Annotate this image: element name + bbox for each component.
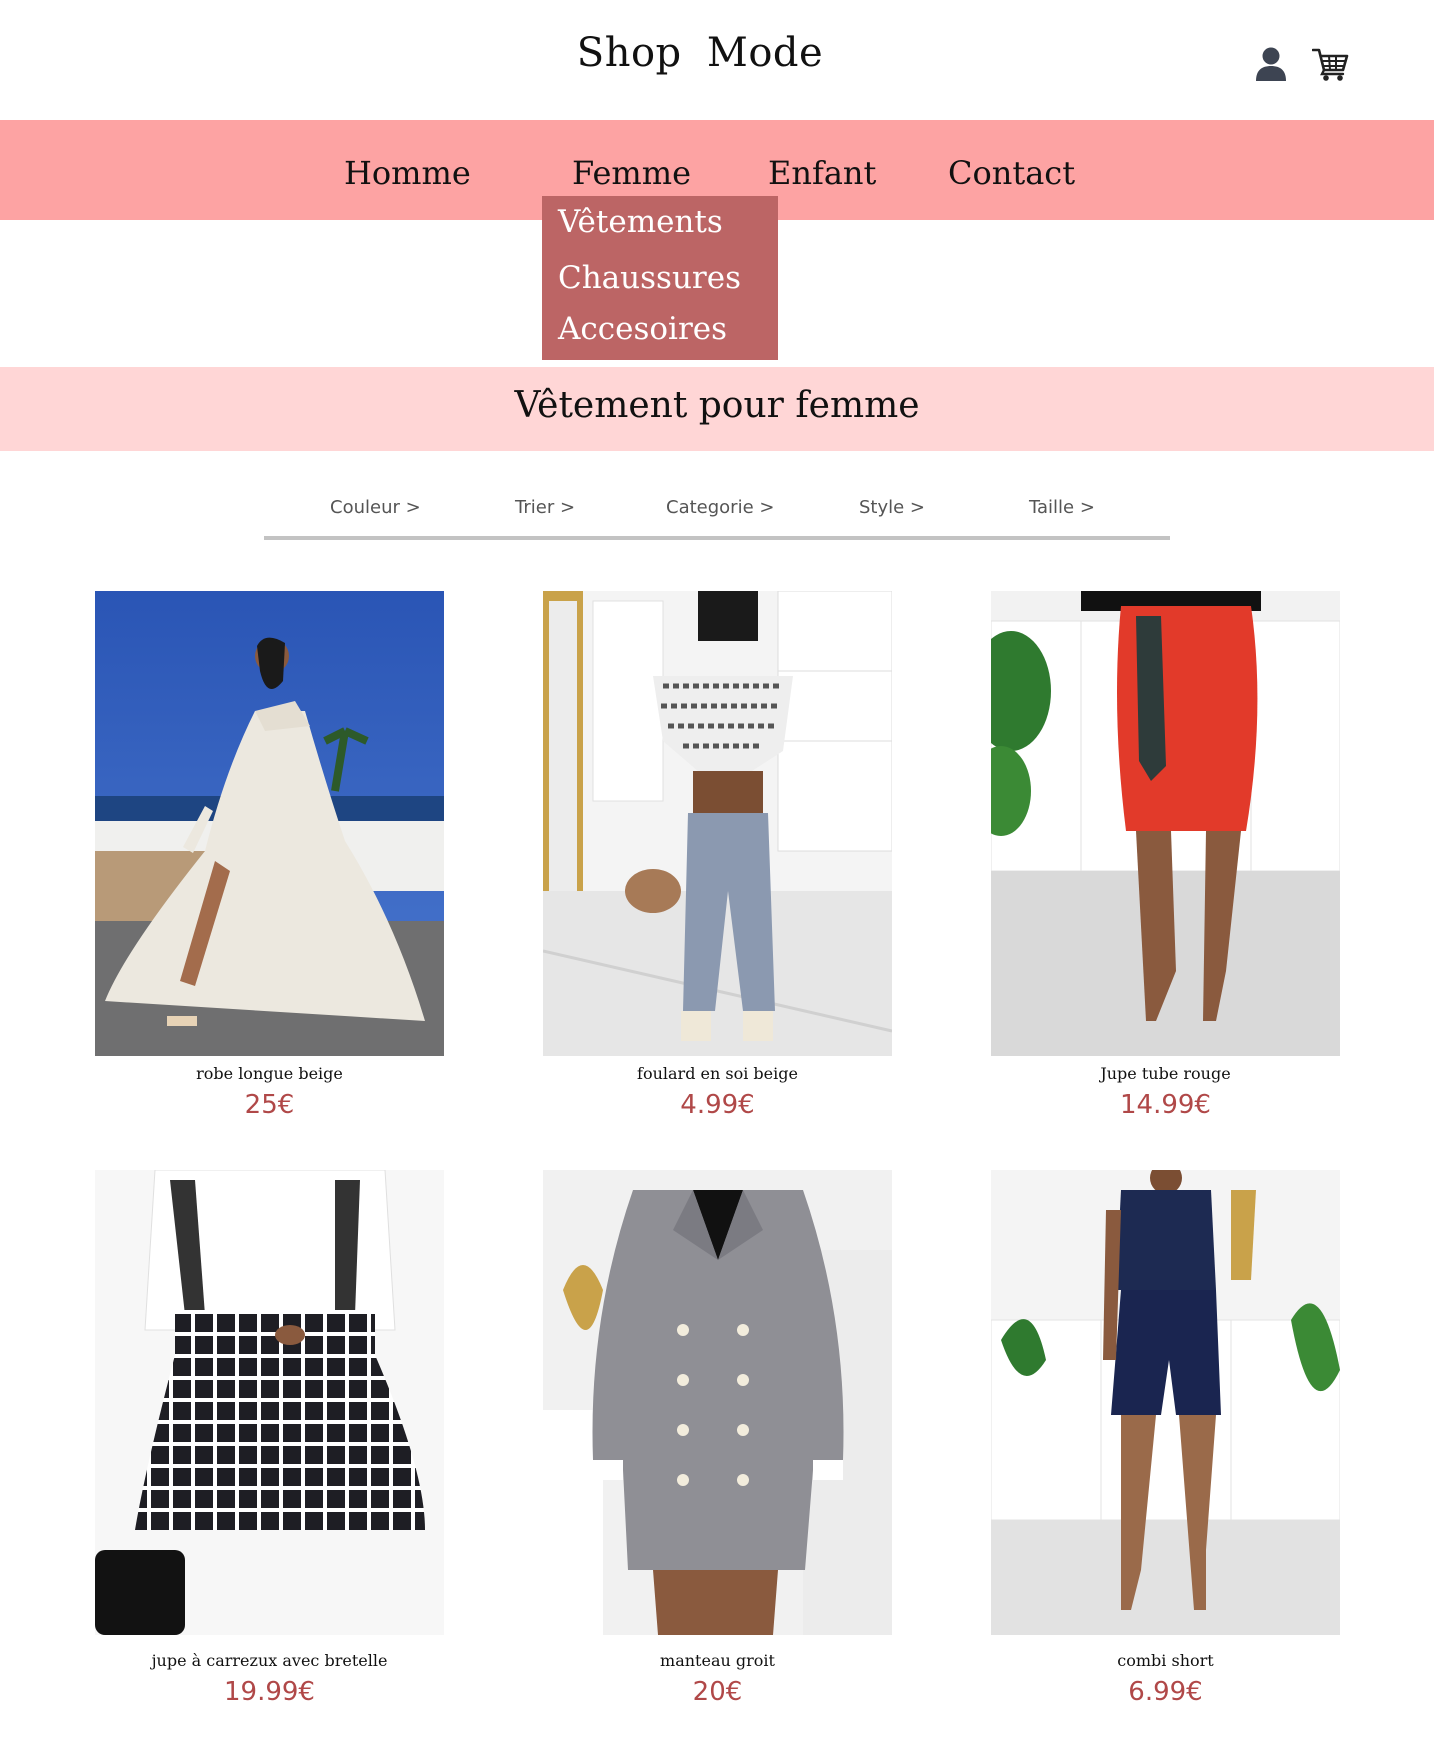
site-logo[interactable]: Shop Mode [0, 30, 1400, 76]
filter-couleur[interactable]: Couleur > [330, 497, 421, 518]
user-icon[interactable] [1254, 46, 1288, 82]
product-price: 25€ [244, 1090, 295, 1120]
product-image-jupe-carreaux[interactable] [95, 1170, 444, 1635]
product-name[interactable]: manteau groit [543, 1651, 892, 1670]
product-name[interactable]: combi short [991, 1651, 1340, 1670]
product-image-jupe-tube[interactable] [991, 591, 1340, 1056]
product-name[interactable]: robe longue beige [95, 1064, 444, 1083]
product-name[interactable]: jupe à carrezux avec bretelle [95, 1651, 444, 1670]
product-price: 4.99€ [680, 1090, 755, 1120]
cart-icon[interactable] [1312, 46, 1350, 82]
filter-taille[interactable]: Taille > [1029, 497, 1095, 518]
product-image-robe[interactable] [95, 591, 444, 1056]
filter-trier[interactable]: Trier > [515, 497, 575, 518]
product-name[interactable]: Jupe tube rouge [991, 1064, 1340, 1083]
dropdown-item-accesoires[interactable]: Accesoires [558, 311, 727, 347]
product-price: 19.99€ [224, 1677, 315, 1707]
nav-item-femme[interactable]: Femme [572, 154, 691, 192]
filter-style[interactable]: Style > [859, 497, 925, 518]
product-name[interactable]: foulard en soi beige [543, 1064, 892, 1083]
dropdown-item-vetements[interactable]: Vêtements [558, 204, 723, 240]
nav-item-homme[interactable]: Homme [344, 154, 471, 192]
product-image-combi-short[interactable] [991, 1170, 1340, 1635]
product-image-manteau[interactable] [543, 1170, 892, 1635]
nav-item-contact[interactable]: Contact [948, 154, 1075, 192]
product-price: 20€ [692, 1677, 743, 1707]
filter-categorie[interactable]: Categorie > [666, 497, 774, 518]
filter-divider [264, 536, 1170, 540]
product-price: 6.99€ [1128, 1677, 1203, 1707]
nav-item-enfant[interactable]: Enfant [768, 154, 876, 192]
product-image-foulard[interactable] [543, 591, 892, 1056]
section-title: Vêtement pour femme [514, 385, 920, 426]
dropdown-item-chaussures[interactable]: Chaussures [558, 260, 741, 296]
product-price: 14.99€ [1120, 1090, 1211, 1120]
